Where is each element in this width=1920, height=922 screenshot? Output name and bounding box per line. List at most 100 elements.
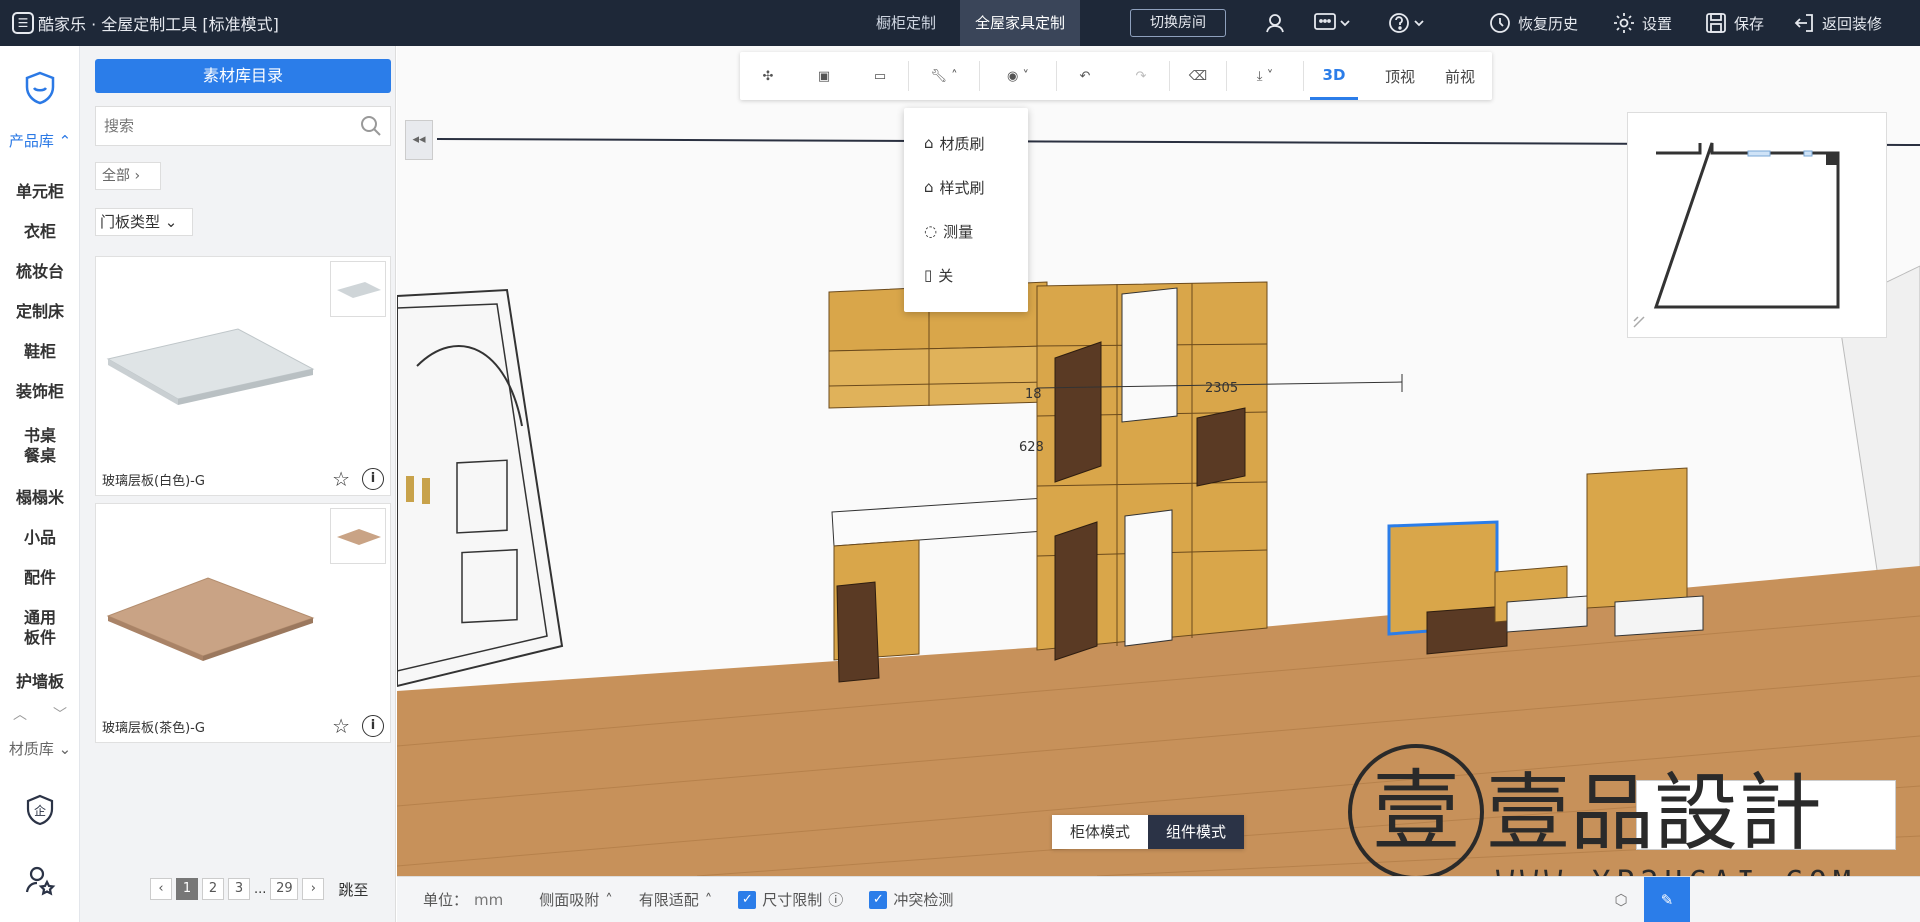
nav-category[interactable]: 鞋柜 — [0, 342, 80, 362]
checkbox-checked-icon[interactable]: ✓ — [738, 890, 757, 909]
history-icon — [1490, 13, 1510, 33]
nav-category[interactable]: 护墙板 — [0, 672, 80, 692]
cube-icon[interactable]: ⬡ — [1598, 877, 1644, 922]
save-button[interactable]: 保存 — [1704, 0, 1764, 46]
nav-scroll-arrows[interactable]: ︿ ﹀ — [0, 704, 80, 728]
pen-icon[interactable]: ✎ — [1644, 876, 1690, 922]
enterprise-icon[interactable]: 企 — [24, 794, 56, 826]
menu-label: 关 — [938, 266, 954, 285]
favorite-star-icon[interactable]: ☆ — [332, 467, 350, 491]
material-card[interactable]: 玻璃层板(茶色)-G ☆ i — [95, 503, 391, 743]
user-star-icon[interactable] — [24, 864, 56, 896]
watermark-brand: 壹品設計 — [1486, 764, 1822, 862]
eye-icon: ◉ — [1007, 68, 1019, 84]
collision-toggle[interactable]: ✓ 冲突检测 — [869, 889, 953, 910]
fan-icon[interactable]: ✣ — [740, 52, 796, 100]
prev-page-button[interactable]: ‹ — [150, 878, 172, 900]
nav-category[interactable]: 单元柜 — [0, 182, 80, 202]
material-brush-item[interactable]: ⌂ 材质刷 — [924, 128, 985, 158]
tall-cabinet — [1036, 281, 1268, 661]
info-icon[interactable]: i — [362, 715, 384, 737]
frame-icon[interactable]: ▭ — [852, 52, 908, 100]
cabinet-mode-button[interactable]: 柜体模式 — [1052, 815, 1149, 849]
side-snap-dropdown[interactable]: 侧面吸附 ˄ — [539, 889, 613, 910]
glass-shelf-white-thumb — [106, 328, 315, 405]
help-icon[interactable]: ⓘ — [828, 889, 843, 910]
dimension-label: 2305 — [1205, 381, 1238, 396]
page-button[interactable]: 29 — [270, 878, 299, 900]
material-card[interactable]: 玻璃层板(白色)-G ☆ i — [95, 256, 391, 496]
help-icon[interactable] — [1384, 8, 1430, 38]
wrench-tool-button[interactable]: 🔧︎ ˄ — [909, 52, 979, 100]
chevron-up-icon[interactable]: ︿ — [13, 704, 27, 728]
catalog-button[interactable]: 素材库目录 — [95, 59, 391, 93]
material-library-tab[interactable]: 材质库 ⌄ — [0, 738, 80, 759]
brand-shield-icon[interactable] — [22, 70, 58, 106]
favorite-star-icon[interactable]: ☆ — [332, 714, 350, 738]
nav-category[interactable]: 梳妆台 — [0, 262, 80, 282]
tab-cabinet-custom[interactable]: 橱柜定制 — [850, 0, 962, 46]
svg-text:企: 企 — [34, 803, 46, 818]
restore-history-button[interactable]: 恢复历史 — [1488, 0, 1578, 46]
nav-category[interactable]: 衣柜 — [0, 222, 80, 242]
download-button[interactable]: ⤓ ˅ — [1227, 52, 1303, 100]
view-3d-tab[interactable]: 3D — [1310, 52, 1358, 100]
left-nav: 产品库 ⌃ 单元柜 衣柜 梳妆台 定制床 鞋柜 装饰柜 书桌餐桌 榻榻米 小品 … — [0, 46, 80, 922]
chevron-down-icon[interactable]: ﹀ — [53, 704, 67, 728]
page-button[interactable]: 1 — [176, 878, 198, 900]
product-library-tab[interactable]: 产品库 ⌃ — [0, 130, 80, 151]
breadcrumb-all[interactable]: 全部 › — [95, 162, 161, 190]
nav-category[interactable]: 小品 — [0, 528, 80, 548]
nav-category[interactable]: 装饰柜 — [0, 382, 80, 402]
measure-item[interactable]: ◌ 测量 — [924, 216, 973, 246]
restore-history-label: 恢复历史 — [1518, 14, 1579, 33]
settings-button[interactable]: 设置 — [1612, 0, 1672, 46]
checkbox-checked-icon[interactable]: ✓ — [869, 890, 888, 909]
unit-selector[interactable]: 单位： mm — [423, 889, 503, 910]
door-type-filter[interactable]: 门板类型 ⌄ — [95, 208, 193, 236]
thumb-side-view[interactable] — [330, 508, 386, 564]
next-page-button[interactable]: › — [302, 878, 325, 900]
search-icon[interactable] — [360, 115, 382, 137]
visibility-button[interactable]: ◉ ˅ — [980, 52, 1056, 100]
eraser-icon[interactable]: ⌫ — [1170, 52, 1226, 100]
material-panel: 素材库目录 全部 › 门板类型 ⌄ 玻璃层板(白色)-G ☆ i 玻璃层板(茶色… — [80, 46, 396, 922]
view-front-tab[interactable]: 前视 — [1436, 52, 1484, 100]
nav-category[interactable]: 书桌餐桌 — [0, 426, 80, 466]
undo-icon[interactable]: ↶ — [1057, 52, 1113, 100]
tool-dropdown-menu: ⌂ 材质刷 ⌂ 样式刷 ◌ 测量 ▯ 关 — [904, 108, 1028, 312]
size-limit-toggle[interactable]: ✓ 尺寸限制 ⓘ — [738, 889, 843, 910]
switch-room-button[interactable]: 切换房间 — [1130, 9, 1226, 37]
thumb-side-view[interactable] — [330, 261, 386, 317]
back-to-decoration-button[interactable]: 返回装修 — [1792, 0, 1882, 46]
view-top-tab[interactable]: 顶视 — [1376, 52, 1424, 100]
menu-label: 材质刷 — [939, 134, 985, 153]
download-icon: ⤓ — [1256, 68, 1263, 84]
floor-plan-minimap[interactable] — [1627, 112, 1887, 338]
nav-category[interactable]: 配件 — [0, 568, 80, 588]
app-logo: ☰ 酷家乐 · 全屋定制工具 [标准模式] — [12, 11, 279, 35]
nav-category[interactable]: 通用板件 — [0, 608, 80, 648]
unit-label: 单位： — [423, 891, 469, 909]
collapse-panel-button[interactable]: ◂◂ — [405, 120, 433, 160]
fit-dropdown[interactable]: 有限适配 ˄ — [639, 889, 713, 910]
status-spacer — [1690, 877, 1920, 922]
page-button[interactable]: 2 — [202, 878, 224, 900]
style-brush-item[interactable]: ⌂ 样式刷 — [924, 172, 985, 202]
nav-category[interactable]: 定制床 — [0, 302, 80, 322]
close-item[interactable]: ▯ 关 — [924, 260, 953, 290]
search-input[interactable] — [104, 117, 360, 135]
component-mode-button[interactable]: 组件模式 — [1148, 815, 1245, 849]
jump-to-label[interactable]: 跳至 — [338, 879, 368, 900]
info-icon[interactable]: i — [362, 468, 384, 490]
fit-label: 有限适配 — [638, 891, 699, 909]
glass-shelf-tea-thumb — [106, 577, 315, 661]
message-icon[interactable] — [1310, 8, 1356, 38]
nav-category[interactable]: 榻榻米 — [0, 488, 80, 508]
tab-furniture-custom[interactable]: 全屋家具定制 — [960, 0, 1080, 46]
chevron-down-icon: ˅ — [1266, 68, 1274, 84]
user-support-icon[interactable] — [1260, 8, 1290, 38]
page-button[interactable]: 3 — [228, 878, 250, 900]
camera-icon[interactable]: ▣ — [796, 52, 852, 100]
redo-icon[interactable]: ↷ — [1113, 52, 1169, 100]
